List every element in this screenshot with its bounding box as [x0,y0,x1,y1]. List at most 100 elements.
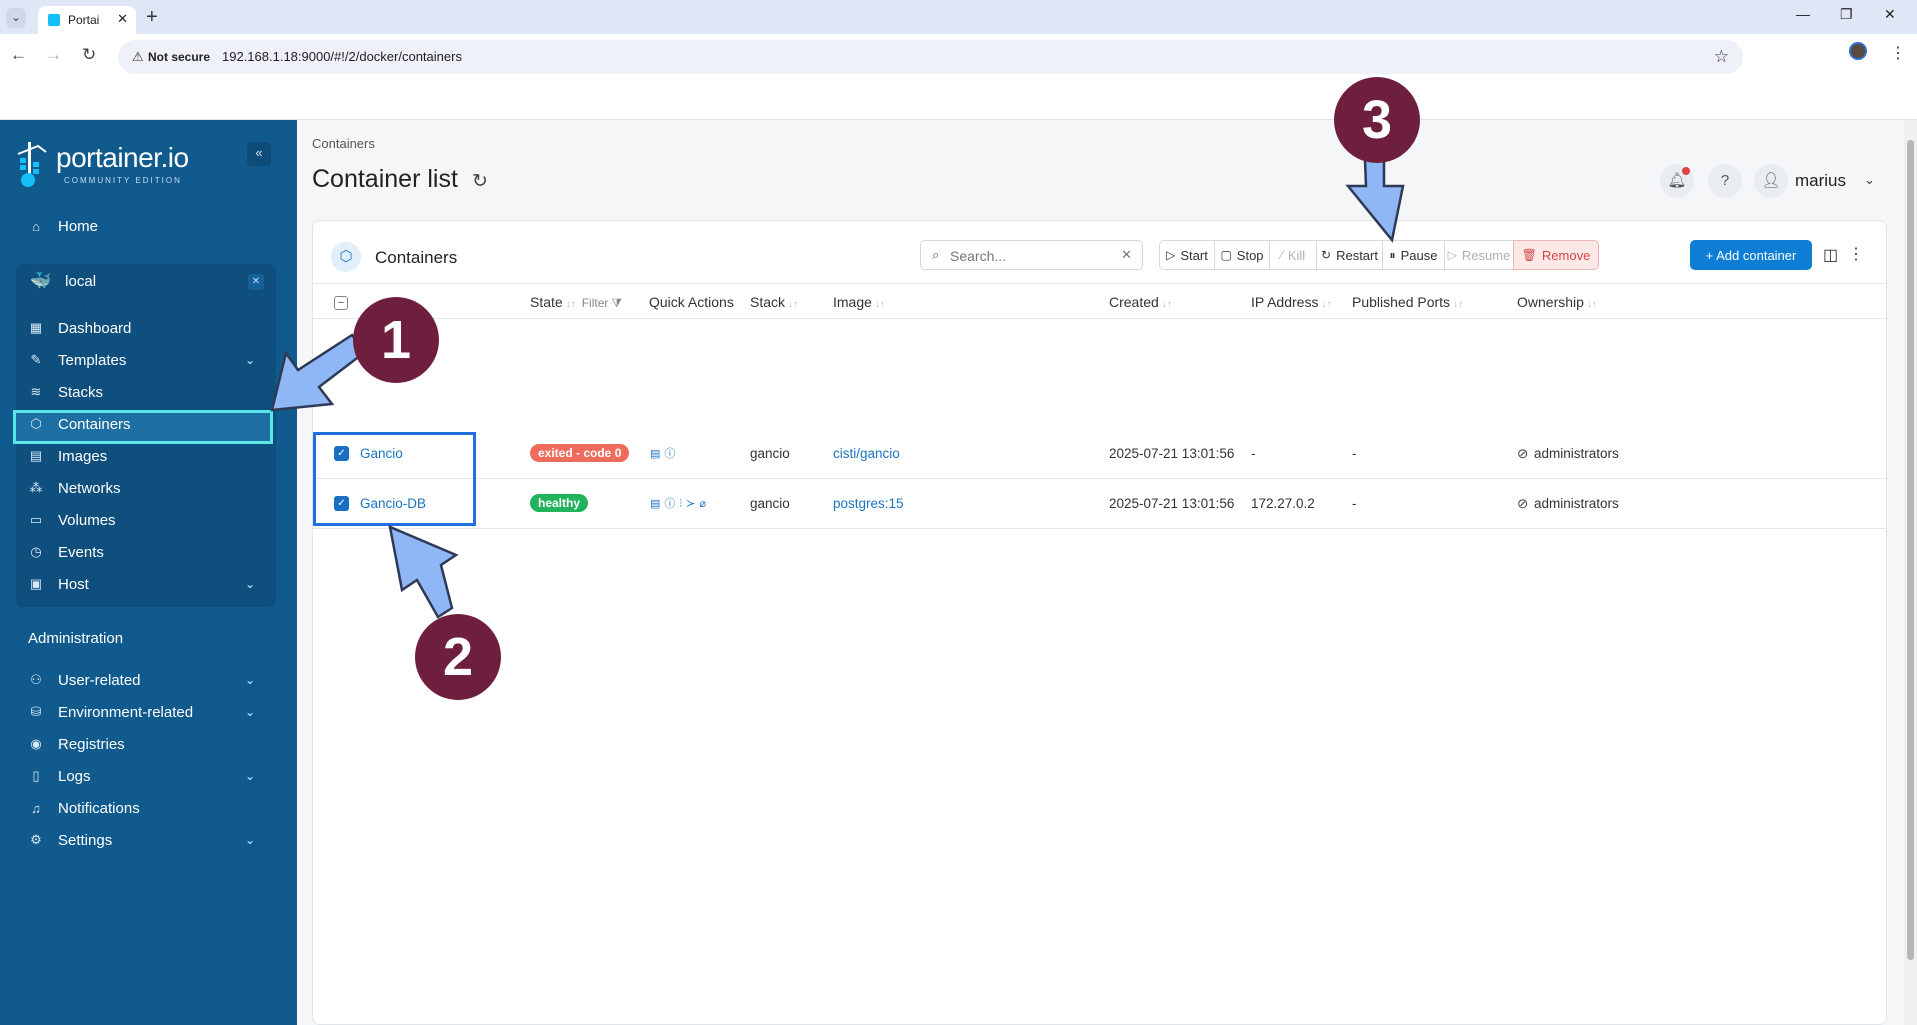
refresh-icon[interactable]: ↻ [472,170,488,193]
profile-avatar[interactable] [1849,42,1867,60]
inspect-icon[interactable]: ⓘ [664,448,679,460]
chevron-down-icon[interactable]: ⌄ [245,673,255,687]
chevron-down-icon[interactable]: ⌄ [1864,172,1875,188]
search-icon: ⌕ [932,247,940,262]
button-label: Pause [1400,247,1438,263]
resume-button[interactable]: ▷ Resume [1444,240,1514,270]
image-link[interactable]: postgres:15 [833,496,904,511]
sidebar-item-logs[interactable]: ▯ Logs [28,762,90,790]
help-icon[interactable]: ? [1708,164,1742,198]
sidebar-item-events[interactable]: ◷ Events [28,538,104,566]
sidebar-item-dashboard[interactable]: ▦ Dashboard [28,314,132,342]
clear-search-icon[interactable]: ✕ [1121,247,1132,263]
table-menu-icon[interactable]: ⋮ [1848,244,1864,264]
sidebar-item-volumes[interactable]: ▭ Volumes [28,506,116,534]
chevron-down-icon[interactable]: ⌄ [245,769,255,783]
kill-button[interactable]: ⁄ Kill [1269,240,1317,270]
logs-icon[interactable]: ▤ [650,498,664,510]
button-label: Remove [1541,247,1591,263]
close-environment-button[interactable]: ✕ [248,274,264,290]
browser-tab[interactable]: Portai ✕ [38,6,136,34]
chevron-down-icon[interactable]: ⌄ [245,577,255,591]
button-label: Kill [1287,247,1306,263]
filter-icon[interactable]: ⧩ [611,296,622,310]
column-ip-address[interactable]: IP Address ↓↑ [1251,294,1331,310]
columns-icon[interactable]: ◫ [1823,245,1838,265]
sidebar-item-environment-related[interactable]: ⛁ Environment-related [28,698,194,726]
trash-icon: 🗑︎ [1521,248,1537,262]
add-container-button[interactable]: + Add container [1690,240,1812,270]
not-secure-label: Not secure [148,50,211,64]
chevron-down-icon[interactable]: ⌄ [245,833,255,847]
table-row[interactable]: ✓ Gancio exited - code 0 ▤ⓘ gancio cisti… [313,429,1886,479]
table-row[interactable]: ✓ Gancio-DB healthy ▤ⓘ⫶≻⌀ gancio postgre… [313,479,1886,529]
chevron-down-icon[interactable]: ⌄ [245,705,255,719]
scrollbar-thumb[interactable] [1907,140,1914,960]
close-tab-icon[interactable]: ✕ [117,11,128,27]
forward-icon[interactable]: → [45,45,62,65]
restore-icon[interactable]: ❐ [1840,6,1853,23]
breadcrumb[interactable]: Containers [312,136,375,151]
column-published-ports[interactable]: Published Ports ↓↑ [1352,294,1463,310]
search-placeholder: Search... [950,248,1007,264]
quick-actions: ▤ⓘ [650,445,679,461]
browser-toolbar: ← → ↻ ⚠ Not secure 192.168.1.18:9000/#!/… [0,34,1917,80]
page-scrollbar[interactable] [1904,120,1917,1025]
stop-button[interactable]: ▢ Stop [1214,240,1270,270]
warning-icon: ⚠ [132,49,144,64]
collapse-sidebar-button[interactable]: « [247,142,271,166]
sidebar-item-images[interactable]: ▤ Images [28,442,107,470]
sidebar-item-notifications[interactable]: ♫ Notifications [28,794,140,822]
new-tab-button[interactable]: + [146,6,158,29]
sidebar-item-stacks[interactable]: ≋ Stacks [28,378,103,406]
column-ownership[interactable]: Ownership ↓↑ [1517,294,1597,310]
column-label: IP Address [1251,294,1319,310]
close-window-icon[interactable]: ✕ [1884,6,1896,23]
address-bar[interactable]: ⚠ Not secure 192.168.1.18:9000/#!/2/dock… [118,40,1743,74]
sidebar-item-registries[interactable]: ◉ Registries [28,730,124,758]
browser-menu-icon[interactable]: ⋮ [1890,43,1906,63]
minimize-icon[interactable]: — [1796,6,1810,22]
inspect-icon[interactable]: ⓘ [664,498,679,510]
back-icon[interactable]: ← [10,45,27,65]
environment-header[interactable]: 🐳 local [30,271,96,291]
pause-icon: ⏸︎ [1389,247,1396,262]
reload-icon[interactable]: ↻ [82,45,96,65]
logs-icon: ▯ [32,768,40,783]
status-badge: healthy [530,494,589,512]
url-text[interactable]: 192.168.1.18:9000/#!/2/docker/containers [222,49,462,64]
column-created[interactable]: Created ↓↑ [1109,294,1172,310]
chevron-down-icon[interactable]: ⌄ [245,353,255,367]
column-label: Created [1109,294,1159,310]
column-stack[interactable]: Stack ↓↑ [750,294,798,310]
dashboard-icon: ▦ [29,320,43,335]
column-image[interactable]: Image ↓↑ [833,294,885,310]
sidebar-item-home[interactable]: ⌂ Home [28,212,98,240]
filter-label[interactable]: Filter [582,296,609,310]
sidebar-item-settings[interactable]: ⚙ Settings [28,826,112,854]
sidebar-item-user-related[interactable]: ⚇ User-related [28,666,140,694]
sidebar-item-networks[interactable]: ⁂ Networks [28,474,121,502]
portainer-logo[interactable]: portainer.io COMMUNITY EDITION [14,140,214,190]
edition-label: COMMUNITY EDITION [64,176,182,185]
column-state[interactable]: State ↓↑ Filter ⧩ [530,294,622,311]
attach-icon[interactable]: ⌀ [699,498,710,510]
select-all-checkbox[interactable]: – [334,296,348,310]
logs-icon[interactable]: ▤ [650,448,664,460]
sidebar-item-templates[interactable]: ✎ Templates [28,346,127,374]
bookmark-star-icon[interactable]: ☆ [1714,47,1729,67]
pause-button[interactable]: ⏸︎ Pause [1382,240,1445,270]
console-icon[interactable]: ≻ [686,498,699,510]
user-icon[interactable]: 👤︎ [1754,164,1788,198]
restart-button[interactable]: ↻ Restart [1316,240,1383,270]
portainer-favicon-icon [48,14,60,26]
search-input[interactable]: ⌕ Search... ✕ [920,240,1143,270]
ownership-cell: administrators [1534,446,1619,461]
sidebar-item-containers[interactable]: ⬡ Containers [28,410,130,438]
start-button[interactable]: ▷ Start [1159,240,1215,270]
image-link[interactable]: cisti/gancio [833,446,900,461]
username[interactable]: marius [1795,171,1846,191]
remove-button[interactable]: 🗑︎ Remove [1513,240,1599,270]
sidebar-item-host[interactable]: ▣ Host [28,570,89,598]
tab-search-dropdown[interactable]: ⌄ [6,8,26,28]
